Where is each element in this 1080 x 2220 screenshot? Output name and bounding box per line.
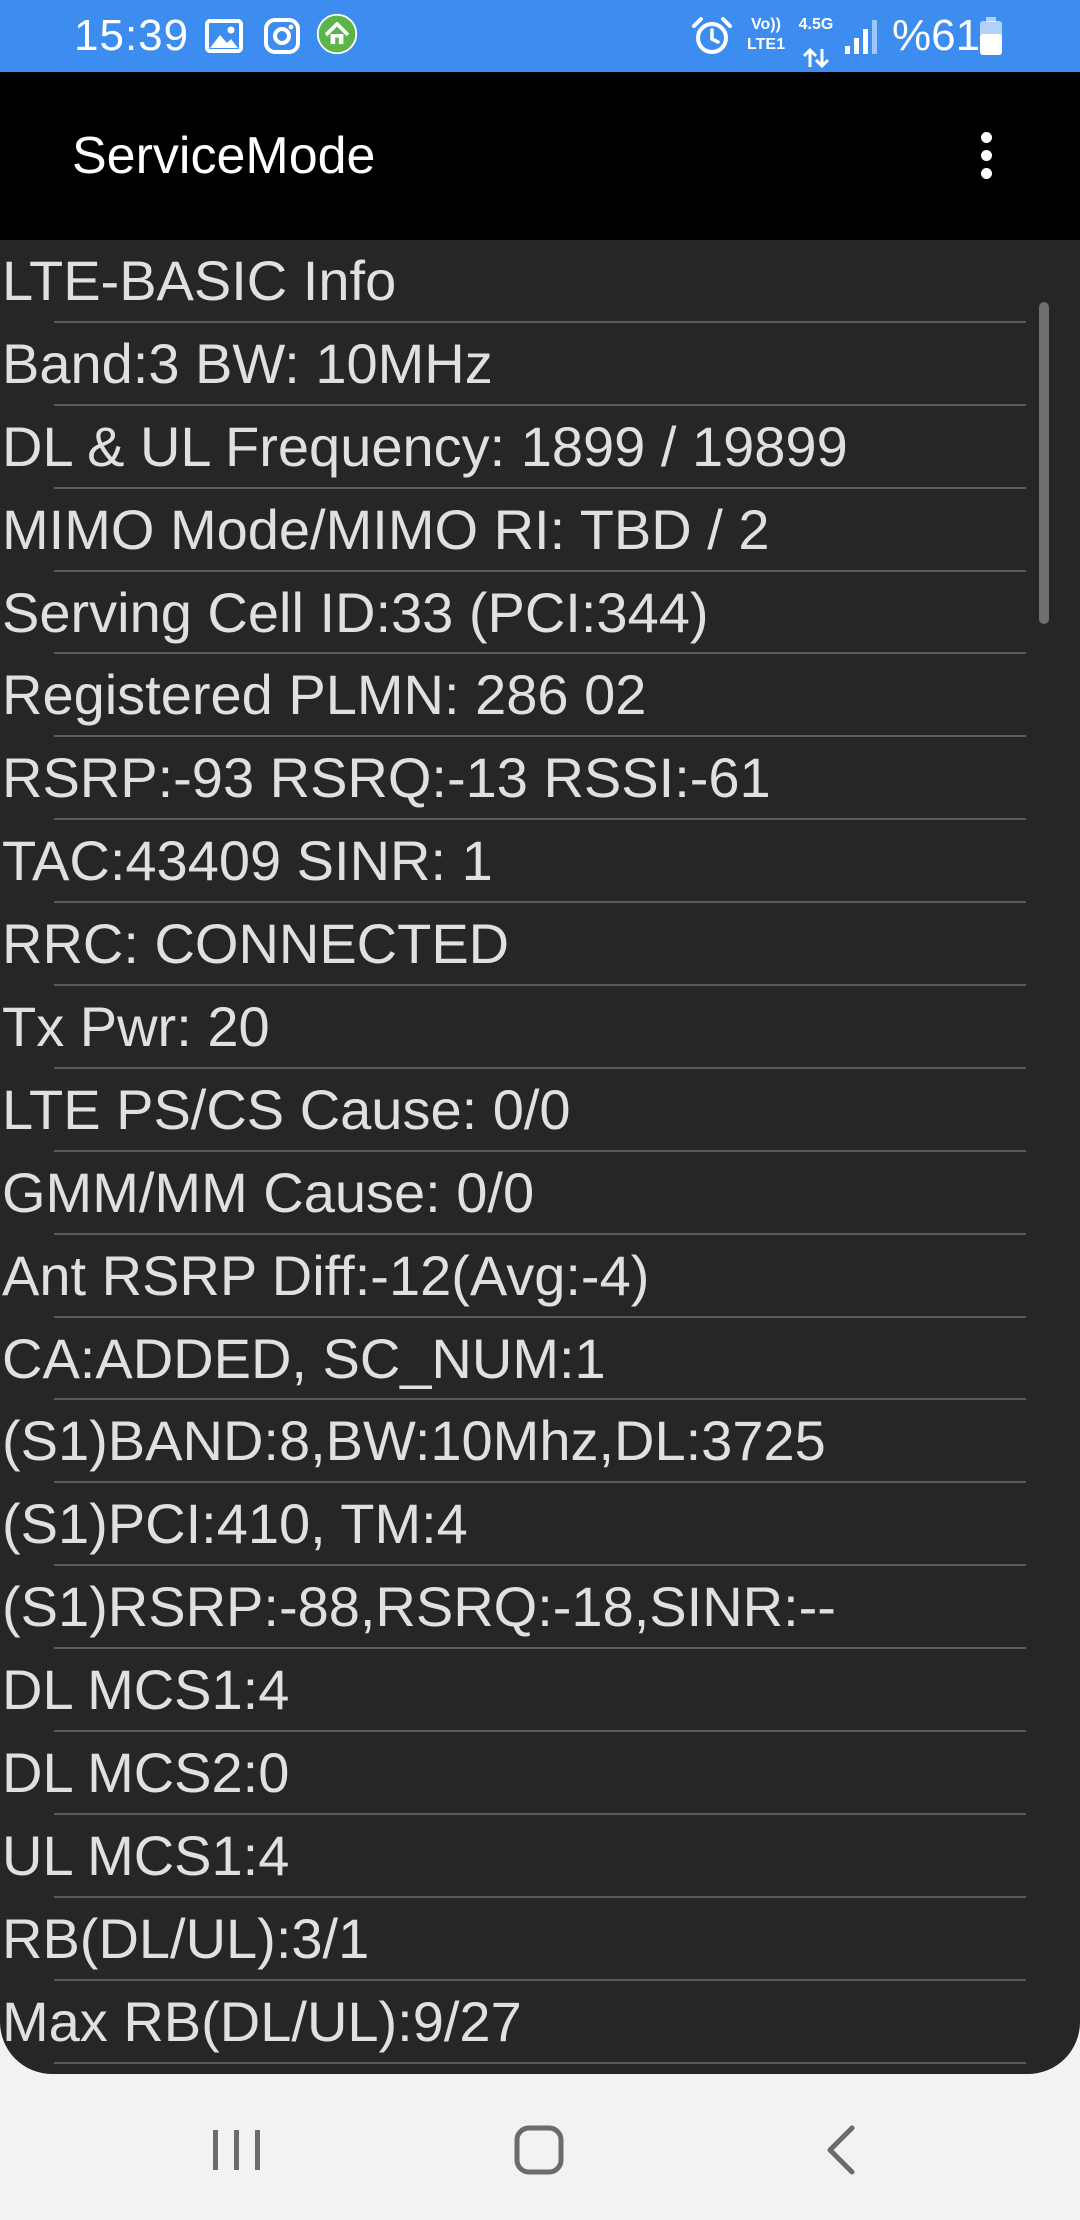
more-vert-icon-dot-middle	[981, 150, 992, 161]
lte-label: LTE1	[747, 36, 785, 53]
info-line: Max RB(DL/UL):9/27	[0, 1981, 1080, 2064]
back-icon[interactable]	[780, 2102, 900, 2198]
navigation-bar	[0, 2074, 1080, 2220]
info-line: DL MCS1:4	[0, 1649, 1080, 1732]
recents-icon[interactable]	[176, 2102, 296, 2198]
more-vert-icon-dot-top	[981, 132, 992, 143]
battery-icon	[980, 17, 1002, 55]
network-gen-label: 4.5G	[798, 16, 834, 33]
service-info-panel[interactable]: LTE-BASIC Info Band:3 BW: 10MHz DL & UL Fr…	[0, 240, 1080, 2074]
info-list: LTE-BASIC Info Band:3 BW: 10MHz DL & UL Fr…	[0, 240, 1080, 2064]
gallery-icon	[205, 19, 243, 53]
volte-label: Vo))	[751, 16, 781, 33]
info-line: GMM/MM Cause: 0/0	[0, 1152, 1080, 1235]
status-bar: 15:39 Vo)) LTE1 4.5G %61	[0, 0, 1080, 72]
home-app-icon	[316, 13, 358, 55]
info-line: Ant RSRP Diff:-12(Avg:-4)	[0, 1235, 1080, 1318]
info-line: (S1)BAND:8,BW:10Mhz,DL:3725	[0, 1400, 1080, 1484]
more-options-button[interactable]	[962, 126, 1012, 186]
battery-percent: %61	[892, 11, 981, 60]
app-title: ServiceMode	[72, 127, 376, 185]
info-line: RSRP:-93 RSRQ:-13 RSSI:-61	[0, 737, 1080, 821]
signal-icon	[845, 20, 877, 54]
info-line: LTE PS/CS Cause: 0/0	[0, 1069, 1080, 1152]
instagram-icon	[264, 18, 300, 54]
info-line: (S1)RSRP:-88,RSRQ:-18,SINR:--	[0, 1566, 1080, 1650]
app-bar: ServiceMode	[0, 72, 1080, 240]
info-line: DL & UL Frequency: 1899 / 19899	[0, 406, 1080, 489]
info-line: Tx Pwr: 20	[0, 986, 1080, 1069]
info-line: CA:ADDED, SC_NUM:1	[0, 1318, 1080, 1401]
info-line: Serving Cell ID:33 (PCI:344)	[0, 572, 1080, 655]
info-line: Band:3 BW: 10MHz	[0, 323, 1080, 406]
info-line: TAC:43409 SINR: 1	[0, 820, 1080, 904]
info-line: RRC: CONNECTED	[0, 903, 1080, 986]
alarm-icon	[692, 17, 732, 54]
info-line: (S1)PCI:410, TM:4	[0, 1483, 1080, 1567]
info-line: LTE-BASIC Info	[0, 240, 1080, 323]
info-line: DL MCS2:0	[0, 1732, 1080, 1815]
info-line: UL MCS1:4	[0, 1815, 1080, 1898]
more-vert-icon-dot-bottom	[981, 168, 992, 179]
info-line: RB(DL/UL):3/1	[0, 1898, 1080, 1981]
info-line: MIMO Mode/MIMO RI: TBD / 2	[0, 489, 1080, 572]
status-time: 15:39	[74, 11, 190, 60]
info-line: Registered PLMN: 286 02	[0, 654, 1080, 738]
scrollbar[interactable]	[1039, 302, 1049, 624]
home-icon[interactable]	[478, 2102, 598, 2198]
